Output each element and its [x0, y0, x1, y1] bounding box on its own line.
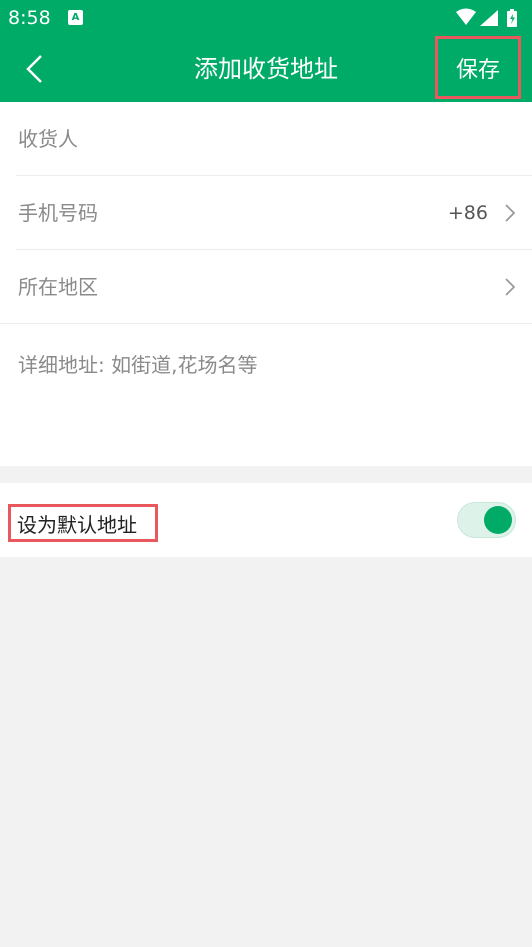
signal-icon: [480, 10, 498, 26]
address-form: 收货人 手机号码 +86 所在地区 详细地址: 如街道,花场名等: [0, 102, 532, 466]
phone-field[interactable]: 手机号码 +86: [0, 176, 532, 250]
notification-icon: A: [68, 10, 83, 25]
region-label: 所在地区: [18, 275, 98, 299]
nav-bar: 添加收货地址 保存: [0, 36, 532, 102]
wifi-icon: [456, 8, 476, 25]
status-bar: 8:58 A: [0, 0, 532, 36]
phone-placeholder: 手机号码: [18, 201, 98, 225]
detail-address-placeholder: 详细地址: 如街道,花场名等: [18, 353, 258, 377]
region-selector[interactable]: 所在地区: [0, 250, 532, 324]
default-address-label: 设为默认地址: [8, 504, 158, 542]
detail-address-field[interactable]: 详细地址: 如街道,花场名等: [0, 324, 532, 466]
recipient-field[interactable]: 收货人: [0, 102, 532, 176]
status-time: 8:58: [8, 7, 51, 29]
default-address-row: 设为默认地址: [0, 483, 532, 557]
country-code[interactable]: +86: [448, 176, 488, 250]
chevron-right-icon: [505, 204, 516, 222]
chevron-right-icon: [505, 278, 516, 296]
recipient-placeholder: 收货人: [18, 127, 78, 151]
default-address-toggle[interactable]: [457, 502, 516, 538]
status-icons: [456, 8, 517, 27]
battery-icon: [507, 9, 517, 27]
toggle-knob: [484, 506, 512, 534]
save-button[interactable]: 保存: [435, 36, 521, 99]
